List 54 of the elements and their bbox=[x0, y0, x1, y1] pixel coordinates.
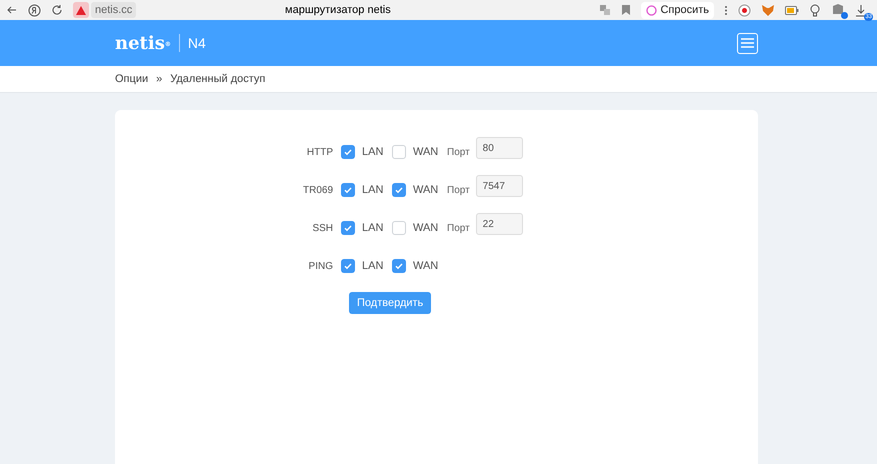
checkbox-label: LAN bbox=[362, 145, 384, 160]
checkbox[interactable] bbox=[341, 259, 355, 274]
browser-logo-icon[interactable] bbox=[28, 4, 41, 16]
bookmark-icon[interactable] bbox=[621, 4, 632, 16]
checkmark-icon bbox=[343, 261, 353, 272]
checkbox-label: LAN bbox=[362, 221, 384, 236]
ring-icon bbox=[646, 4, 658, 16]
url-text[interactable]: netis.cc bbox=[91, 2, 136, 18]
checkbox[interactable] bbox=[392, 259, 406, 274]
checkbox[interactable] bbox=[392, 221, 406, 236]
breadcrumb-item: » bbox=[156, 72, 162, 87]
checkmark-icon bbox=[343, 223, 353, 234]
back-icon[interactable] bbox=[6, 4, 18, 16]
warning-icon[interactable] bbox=[73, 2, 89, 18]
port-field[interactable]: 80 bbox=[476, 137, 523, 159]
bulb-icon[interactable] bbox=[809, 4, 822, 16]
breadcrumb-item[interactable]: Опции bbox=[115, 70, 148, 88]
checkbox-label: LAN bbox=[362, 259, 384, 274]
record-icon[interactable] bbox=[738, 4, 751, 16]
menu-button[interactable] bbox=[737, 32, 758, 54]
verified-icon bbox=[841, 12, 848, 19]
port-label: Порт bbox=[447, 184, 470, 198]
port-field[interactable]: 7547 bbox=[476, 175, 523, 197]
port-label: Порт bbox=[447, 222, 470, 236]
checkmark-icon bbox=[394, 185, 404, 196]
more-icon[interactable] bbox=[724, 4, 728, 16]
model-name: N4 bbox=[188, 34, 206, 52]
checkbox[interactable] bbox=[392, 145, 406, 160]
checkbox-label: WAN bbox=[413, 183, 438, 198]
service-label: PING bbox=[308, 260, 334, 274]
page-title: маршрутизатор netis bbox=[285, 2, 391, 18]
checkbox-label: WAN bbox=[413, 221, 438, 236]
checkbox-label: WAN bbox=[413, 259, 438, 274]
port-label: Порт bbox=[447, 146, 470, 160]
menu-icon bbox=[741, 38, 754, 48]
checkbox-label: WAN bbox=[413, 145, 438, 160]
battery-icon[interactable] bbox=[785, 6, 799, 14]
checkmark-icon bbox=[343, 185, 353, 196]
checkbox-label: LAN bbox=[362, 183, 384, 198]
download-icon[interactable] bbox=[855, 4, 867, 16]
checkmark-icon bbox=[394, 261, 404, 272]
checkbox[interactable] bbox=[392, 183, 406, 198]
ask-button[interactable]: Спросить bbox=[641, 2, 714, 18]
service-label: SSH bbox=[311, 222, 334, 236]
checkmark-icon bbox=[343, 147, 353, 158]
checkbox[interactable] bbox=[341, 221, 355, 236]
checkbox[interactable] bbox=[341, 183, 355, 198]
service-label: HTTP bbox=[306, 146, 334, 160]
fox-icon[interactable] bbox=[761, 4, 775, 16]
port-field[interactable]: 22 bbox=[476, 213, 523, 235]
checkbox[interactable] bbox=[341, 145, 355, 160]
breadcrumb-item: Удаленный доступ bbox=[170, 72, 266, 87]
service-label: TR069 bbox=[302, 184, 334, 198]
reload-icon[interactable] bbox=[51, 4, 63, 16]
